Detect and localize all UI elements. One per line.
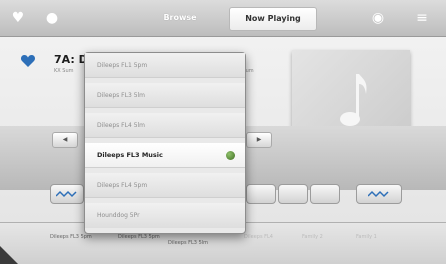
station-subtext: KX Sum — [54, 68, 74, 74]
top-bar: ♥ ● Browse Now Playing ◉ ≡ — [0, 0, 446, 37]
zone-label-4[interactable]: Dileeps FL4 — [244, 234, 273, 240]
waveform-icon — [56, 190, 77, 198]
station-title: 7A: D — [54, 53, 88, 66]
music-note-icon — [340, 74, 367, 126]
zone-label-2[interactable]: Dileeps FL3 5pm — [118, 234, 160, 240]
dropdown-item[interactable]: Dileeps FL1 5pm — [85, 53, 245, 78]
dropdown-item-label: Dileeps FL1 5pm — [97, 62, 148, 69]
tab-browse[interactable]: Browse — [146, 7, 214, 29]
dropdown-item[interactable]: Dileeps FL4 5pm — [85, 173, 245, 198]
dropdown-item[interactable]: Dileeps FL4 5lm — [85, 113, 245, 138]
dropdown-item-label: Hounddog 5Pr — [97, 212, 140, 219]
favorite-heart-icon[interactable] — [20, 53, 36, 69]
check-icon — [226, 151, 235, 160]
dropdown-item-label: Dileeps FL4 5pm — [97, 182, 148, 189]
settings-icon[interactable]: ≡ — [412, 8, 432, 28]
corner-resize-handle[interactable] — [0, 246, 18, 264]
dropdown-item-label: Dileeps FL4 5lm — [97, 122, 146, 129]
dropdown-item-label: Dileeps FL3 5lm — [97, 92, 146, 99]
previous-track-button[interactable] — [246, 184, 276, 204]
waveform-volume-icon — [368, 190, 389, 198]
room-dropdown-menu: Dileeps FL1 5pm Dileeps FL3 5lm Dileeps … — [84, 52, 246, 234]
dropdown-item-label: Dileeps FL3 Music — [97, 151, 163, 159]
zone-label-3[interactable]: Dileeps FL3 5lm — [168, 240, 208, 246]
next-arrow-button[interactable]: ▶ — [246, 132, 272, 148]
home-icon[interactable]: ● — [42, 8, 62, 28]
tab-now-playing[interactable]: Now Playing — [229, 7, 317, 31]
speaker-icon[interactable]: ◉ — [368, 8, 388, 28]
dropdown-item-selected[interactable]: Dileeps FL3 Music — [85, 143, 245, 168]
zone-label-6[interactable]: Family 1 — [356, 234, 377, 240]
dropdown-item[interactable]: Dileeps FL3 5lm — [85, 83, 245, 108]
previous-arrow-button[interactable]: ◀ — [52, 132, 78, 148]
sonos-controller-screen: ♥ ● Browse Now Playing ◉ ≡ 7A: D KX Sum … — [0, 0, 446, 264]
dropdown-item[interactable]: Hounddog 5Pr — [85, 203, 245, 228]
zone-label-5[interactable]: Family 2 — [302, 234, 323, 240]
zone-label-1[interactable]: Dileeps FL3 5pm — [50, 234, 92, 240]
next-track-button[interactable] — [310, 184, 340, 204]
play-pause-button[interactable] — [278, 184, 308, 204]
heart-icon[interactable]: ♥ — [8, 8, 28, 28]
